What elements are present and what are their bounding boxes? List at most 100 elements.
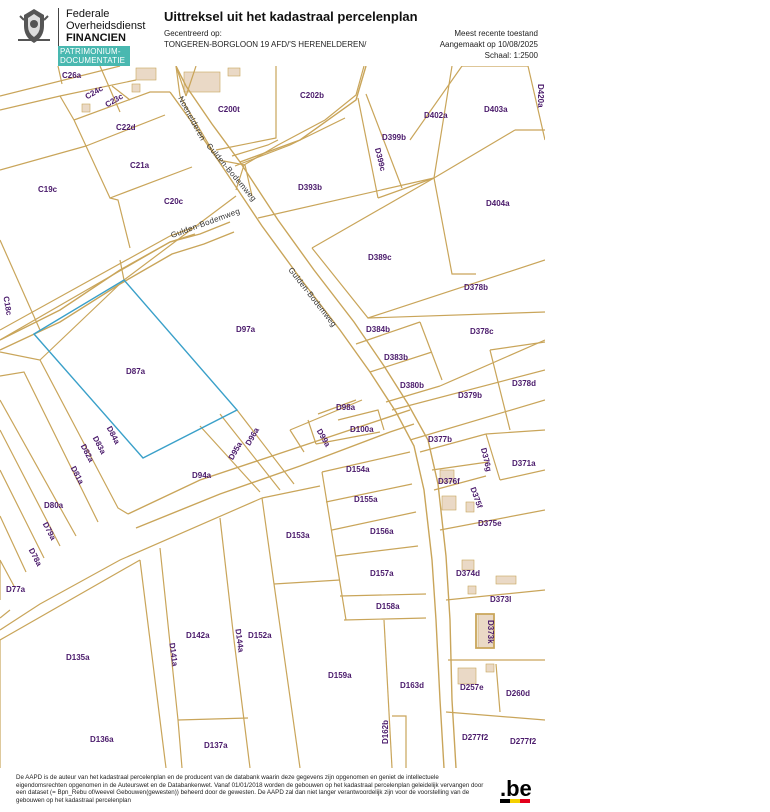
parcel-label: D383b	[384, 353, 408, 362]
org-line-2: Overheidsdienst	[66, 20, 146, 32]
parcel-label: D389c	[368, 253, 392, 262]
parcel-label: D152a	[248, 631, 272, 640]
boundary	[235, 66, 365, 191]
page-title: Uittreksel uit het kadastraal percelenpl…	[164, 9, 418, 24]
parcel-label: D375e	[478, 519, 502, 528]
boundary	[233, 639, 251, 768]
parcel-label: D95a	[227, 440, 245, 462]
parcel-labels: C26a C24c C23c C22d C21a C19c C20c C18c …	[1, 71, 545, 750]
parcel-label: D83a	[91, 435, 108, 457]
boundary	[273, 579, 341, 585]
parcel-label: D97a	[236, 325, 256, 334]
building	[183, 71, 221, 93]
parcel-label: C20c	[164, 197, 184, 206]
parcel-label: D155a	[354, 495, 378, 504]
dept-line-1: PATRIMONIUM-	[60, 47, 121, 56]
parcel-label: D141a	[167, 642, 179, 667]
boundary	[257, 177, 435, 219]
parcel-label: C202b	[300, 91, 324, 100]
street-label-gulden-bodemweg-2: Gulden-Bodemweg	[170, 206, 242, 239]
boundary	[383, 619, 393, 768]
parcel-label: D80a	[44, 501, 64, 510]
parcel-label: D373k	[486, 620, 495, 644]
cadastral-map[interactable]: Noenelderen Gulden-Bodemweg Gulden-Bodem…	[0, 66, 545, 768]
parcel-label: D277f2	[462, 733, 489, 742]
parcel-label: C26a	[62, 71, 82, 80]
boundary	[0, 469, 45, 559]
building	[227, 67, 241, 77]
parcel-label: D257e	[460, 683, 484, 692]
parcel-label: C18c	[1, 296, 13, 317]
parcel-label: D379b	[458, 391, 482, 400]
boundary	[431, 461, 489, 471]
parcel-label: D162b	[381, 720, 390, 744]
boundary	[0, 145, 87, 171]
building	[135, 67, 157, 81]
parcel-label: D81a	[69, 465, 86, 487]
boundary	[0, 609, 11, 619]
boundary	[339, 593, 427, 597]
parcel-label: D376f	[438, 477, 460, 486]
map-metadata: Meest recente toestand Aangemaakt op 10/…	[440, 28, 538, 61]
parcel-label: D78a	[27, 547, 44, 569]
boundary	[273, 583, 301, 768]
parcel-label: D378c	[470, 327, 494, 336]
building	[81, 103, 91, 113]
boundary	[485, 429, 545, 435]
building	[441, 495, 457, 511]
boundary	[261, 485, 321, 499]
map-canvas[interactable]: Noenelderen Gulden-Bodemweg Gulden-Bodem…	[0, 66, 545, 768]
boundary	[85, 145, 193, 199]
parcel-label: D393b	[298, 183, 322, 192]
boundary	[311, 247, 545, 319]
boundary	[489, 341, 545, 351]
parcel-label: D98a	[336, 403, 356, 412]
parcel-label: D402a	[424, 111, 448, 120]
dept-line-2: DOCUMENTATIE	[60, 56, 126, 65]
boundary	[0, 239, 41, 331]
boundary	[0, 559, 141, 641]
created-date: Aangemaakt op 10/08/2025	[439, 40, 538, 49]
parcel-label: D100a	[350, 425, 374, 434]
parcel-label: D96a	[244, 426, 262, 448]
boundary	[0, 515, 27, 573]
boundary	[59, 95, 75, 121]
boundary	[409, 399, 545, 441]
parcel-label: D142a	[186, 631, 210, 640]
building	[465, 501, 475, 513]
building	[485, 663, 495, 673]
gulden-bodemweg-west-branch-s	[0, 231, 235, 351]
boundary	[419, 321, 443, 381]
parcel-label: D136a	[90, 735, 114, 744]
parcel-label: D156a	[370, 527, 394, 536]
gulden-bodemweg-west-branch-n	[0, 221, 231, 341]
centered-value: TONGEREN-BORGLOON 19 AFD/'S HERENELDEREN…	[164, 40, 367, 49]
building	[467, 585, 477, 595]
parcel-label: D404a	[486, 199, 510, 208]
belgian-coat-of-arms-icon	[14, 6, 54, 46]
centered-on: Gecentreerd op: TONGEREN-BORGLOON 19 AFD…	[164, 28, 366, 50]
building	[131, 83, 141, 93]
recent-state: Meest recente toestand	[454, 29, 538, 38]
parcel-label: D371a	[512, 459, 536, 468]
parcel-label: D403a	[484, 105, 508, 114]
boundary	[177, 717, 249, 721]
parcel-label: D99a	[315, 427, 333, 449]
boundary	[392, 715, 407, 768]
be-logo-icon: .be	[500, 776, 532, 803]
parcel-label: D79a	[41, 521, 58, 543]
parcel-label: D77a	[6, 585, 26, 594]
parcel-label: C19c	[38, 185, 58, 194]
parcel-label: C21a	[130, 161, 150, 170]
boundary	[409, 66, 463, 141]
boundary	[139, 559, 167, 768]
parcel-label: D158a	[376, 602, 400, 611]
parcel-boundaries	[0, 66, 545, 768]
parcel-label: D399b	[382, 133, 406, 142]
parcel-label: D373l	[490, 595, 511, 604]
be-logo-text: .be	[500, 776, 532, 801]
boundary	[0, 235, 171, 331]
parcel-label: D94a	[192, 471, 212, 480]
be-logo: .be	[500, 774, 542, 804]
parcel-label: D378d	[512, 379, 536, 388]
